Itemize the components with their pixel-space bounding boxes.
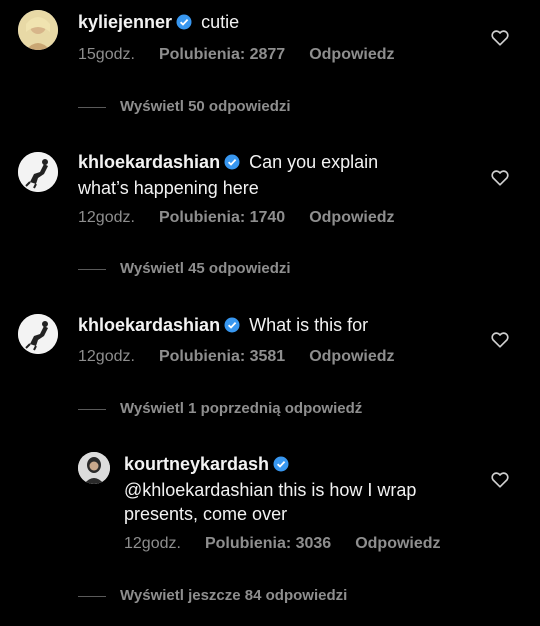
view-replies-label: Wyświetl 1 poprzednią odpowiedź — [120, 400, 363, 417]
comment-row: khloekardashian What is this for — [78, 313, 368, 339]
verified-badge-icon — [273, 454, 289, 478]
divider — [78, 268, 106, 270]
comment-time: 12godz. — [78, 348, 135, 365]
avatar-khloekardashian[interactable] — [18, 152, 58, 192]
username[interactable]: khloekardashian — [78, 315, 220, 335]
divider — [78, 595, 106, 597]
likes-count[interactable]: Polubienia: 3036 — [205, 535, 331, 552]
avatar-kyliejenner[interactable] — [18, 10, 58, 50]
heart-outline-icon[interactable] — [489, 26, 511, 48]
avatar-khloekardashian[interactable] — [18, 314, 58, 354]
reply-button[interactable]: Odpowiedz — [309, 209, 394, 226]
comment-time: 15godz. — [78, 46, 135, 63]
view-replies-label: Wyświetl 50 odpowiedzi — [120, 98, 291, 115]
heart-outline-icon[interactable] — [489, 468, 511, 490]
comment-meta: 12godz. Polubienia: 3581 Odpowiedz — [78, 348, 395, 366]
verified-badge-icon — [176, 12, 192, 36]
comment-text-line1: Can you explain — [249, 152, 379, 172]
comment-time: 12godz. — [78, 209, 135, 226]
reply-text-line2: presents, come over — [124, 504, 288, 524]
view-replies-button[interactable]: Wyświetl 45 odpowiedzi — [78, 260, 291, 277]
view-replies-label: Wyświetl 45 odpowiedzi — [120, 260, 291, 277]
reply-button[interactable]: Odpowiedz — [309, 348, 394, 365]
comment-meta: 12godz. Polubienia: 1740 Odpowiedz — [78, 209, 395, 227]
comment-meta: 15godz. Polubienia: 2877 Odpowiedz — [78, 46, 395, 64]
likes-count[interactable]: Polubienia: 1740 — [159, 209, 285, 226]
username[interactable]: kyliejenner — [78, 12, 172, 32]
reply-button[interactable]: Odpowiedz — [309, 46, 394, 63]
verified-badge-icon — [224, 315, 240, 339]
reply-row: kourtneykardash @khloekardashian this is… — [124, 452, 416, 526]
comment-time: 12godz. — [124, 535, 181, 552]
username[interactable]: kourtneykardash — [124, 454, 269, 474]
username[interactable]: khloekardashian — [78, 152, 220, 172]
likes-count[interactable]: Polubienia: 2877 — [159, 46, 285, 63]
avatar-kourtneykardash[interactable] — [78, 452, 110, 484]
comment-text: What is this for — [249, 315, 369, 335]
view-more-replies-button[interactable]: Wyświetl jeszcze 84 odpowiedzi — [78, 587, 347, 604]
heart-outline-icon[interactable] — [489, 328, 511, 350]
divider — [78, 408, 106, 410]
verified-badge-icon — [224, 152, 240, 176]
view-previous-replies-button[interactable]: Wyświetl 1 poprzednią odpowiedź — [78, 400, 362, 417]
likes-count[interactable]: Polubienia: 3581 — [159, 348, 285, 365]
comment-row: khloekardashian Can you explain what’s h… — [78, 150, 378, 200]
reply-meta: 12godz. Polubienia: 3036 Odpowiedz — [124, 535, 441, 553]
comment-text-line2: what’s happening here — [78, 178, 259, 198]
comment-text: cutie — [201, 12, 240, 32]
reply-text-line1: @khloekardashian this is how I wrap — [124, 480, 417, 500]
reply-button[interactable]: Odpowiedz — [355, 535, 440, 552]
comment-row: kyliejenner cutie — [78, 10, 239, 36]
heart-outline-icon[interactable] — [489, 166, 511, 188]
divider — [78, 106, 106, 108]
view-replies-button[interactable]: Wyświetl 50 odpowiedzi — [78, 98, 291, 115]
view-more-label: Wyświetl jeszcze 84 odpowiedzi — [120, 587, 348, 604]
